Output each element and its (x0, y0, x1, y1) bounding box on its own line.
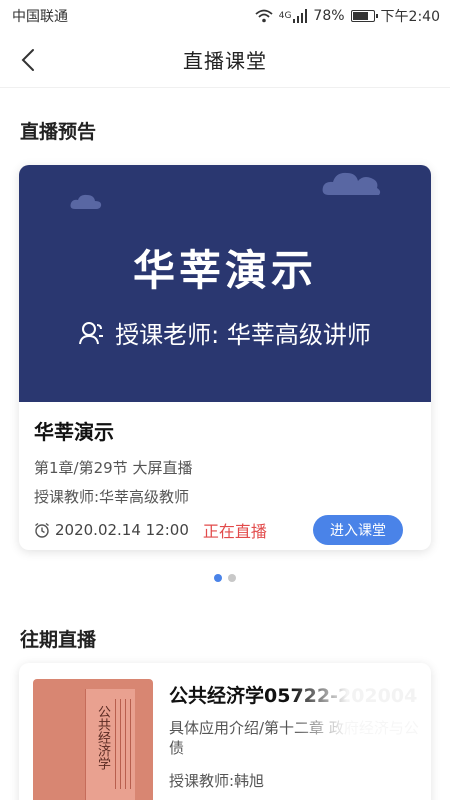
live-preview-card[interactable]: 华莘演示 授课老师: 华莘高级讲师 华莘演示 第1章/第29节 大屏直播 授课教… (19, 165, 431, 550)
live-status-badge: 正在直播 (202, 522, 267, 541)
page-title: 直播课堂 (183, 49, 267, 73)
live-banner: 华莘演示 授课老师: 华莘高级讲师 (19, 165, 431, 402)
nav-bar: 直播课堂 (0, 32, 450, 88)
carousel-dots (0, 574, 450, 582)
wifi-icon (255, 9, 273, 23)
section-title-past: 往期直播 (20, 629, 97, 651)
book-cover-image: 公共经济学 (33, 679, 153, 800)
card-body: 华莘演示 第1章/第29节 大屏直播 授课教师:华莘高级教师 2020.02.1… (19, 402, 431, 545)
clock: 下午2:40 (380, 9, 440, 25)
alarm-clock-icon (35, 522, 49, 538)
live-time-label: 2020.02.14 12:00 (55, 521, 189, 539)
status-icons: 4G 78% 下午2:40 (255, 6, 440, 26)
banner-teacher-label: 授课老师: 华莘高级讲师 (115, 321, 371, 349)
teacher-icon (79, 321, 104, 344)
enter-classroom-button[interactable]: 进入课堂 (313, 515, 403, 545)
banner-title: 华莘演示 (132, 246, 317, 295)
signal-icon (293, 9, 308, 23)
course-teacher: 授课教师:华莘高级教师 (34, 488, 190, 506)
carousel-dot[interactable] (228, 574, 236, 582)
cloud-icon (322, 172, 381, 195)
fade-overlay (291, 663, 431, 800)
chevron-left-icon (21, 49, 34, 71)
section-title-preview: 直播预告 (20, 121, 97, 143)
battery-percent: 78% (313, 8, 345, 24)
network-type: 4G (278, 11, 292, 21)
status-bar: 中国联通 4G 78% 下午2:40 (0, 0, 450, 32)
course-title: 华莘演示 (34, 420, 114, 444)
book-cover-title: 公共经济学 (95, 705, 110, 770)
carousel-dot[interactable] (214, 574, 222, 582)
back-button[interactable] (10, 42, 46, 78)
banner-teacher-row: 授课老师: 华莘高级讲师 (19, 315, 431, 350)
card-footer: 2020.02.14 12:00 正在直播 进入课堂 (34, 515, 417, 545)
battery-icon (350, 10, 378, 22)
past-live-card[interactable]: 公共经济学 公共经济学05722-202004 具体应用介绍/第十二章 政府经济… (19, 663, 431, 800)
cloud-icon (70, 194, 102, 209)
carrier-label: 中国联通 (12, 9, 68, 25)
course-chapter: 第1章/第29节 大屏直播 (34, 459, 193, 477)
live-time: 2020.02.14 12:00 (34, 521, 189, 539)
